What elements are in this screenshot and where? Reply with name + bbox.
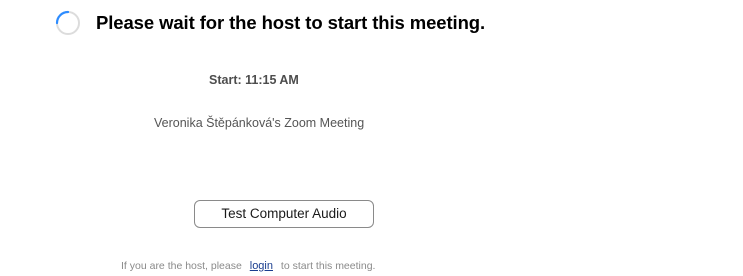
host-login-prompt: If you are the host, please login to sta… <box>121 260 375 272</box>
waiting-room-window: Please wait for the host to start this m… <box>0 0 743 276</box>
host-prompt-text-before: If you are the host, please <box>121 260 242 272</box>
loading-spinner-icon <box>55 10 80 35</box>
meeting-start-time: Start: 11:15 AM <box>209 73 299 87</box>
waiting-title: Please wait for the host to start this m… <box>96 12 486 33</box>
host-prompt-text-after: to start this meeting. <box>280 260 376 272</box>
test-computer-audio-button[interactable]: Test Computer Audio <box>194 200 374 228</box>
login-link[interactable]: login <box>250 260 273 272</box>
meeting-name: Veronika Štěpánková's Zoom Meeting <box>154 116 365 130</box>
